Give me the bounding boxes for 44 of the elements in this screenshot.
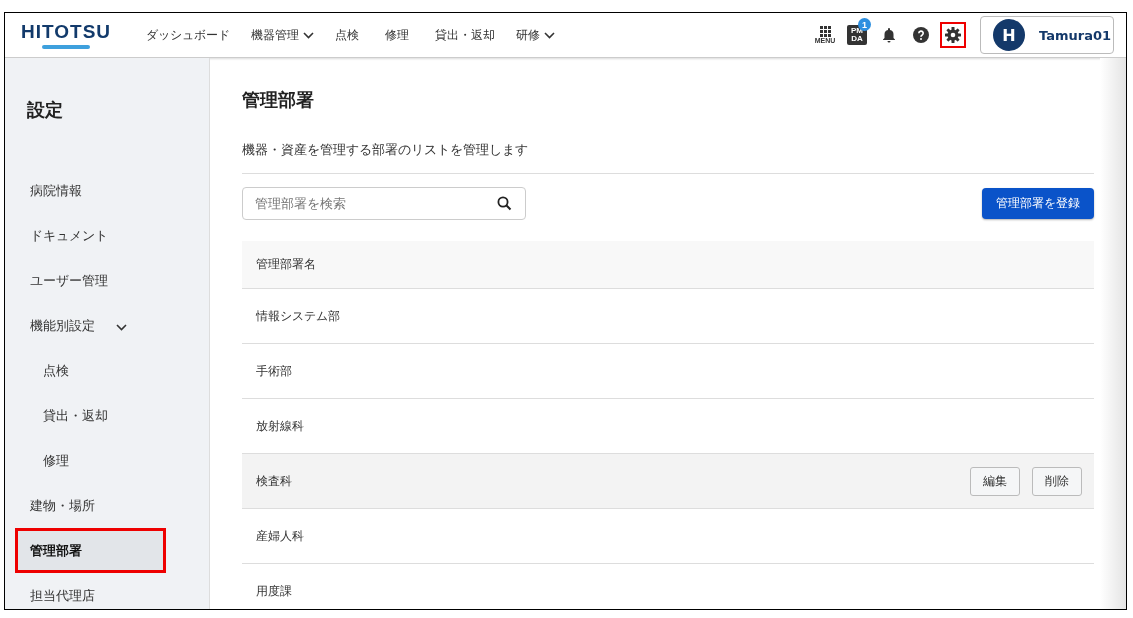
user-button[interactable]: H Tamura01 — [980, 16, 1114, 54]
row-action-button[interactable]: 削除 — [1032, 466, 1082, 496]
pmda-button[interactable]: PM DA 1 — [844, 22, 870, 48]
sidebar-item[interactable]: ドキュメント — [15, 213, 166, 258]
nav-link[interactable]: 修理 — [372, 26, 423, 44]
logo-underline — [42, 45, 90, 49]
help-icon — [913, 27, 929, 43]
nav-link[interactable]: 機器管理 — [243, 26, 323, 44]
table-cell: 産婦人科 — [256, 527, 304, 545]
sidebar-item[interactable]: 点検 — [15, 348, 166, 393]
table-cell: 放射線科 — [256, 417, 304, 435]
sidebar-item[interactable]: 貸出・返却 — [15, 393, 166, 438]
avatar: H — [993, 19, 1025, 51]
logo[interactable]: HITOTSU — [21, 21, 112, 43]
nav-link[interactable]: ダッシュボード — [133, 26, 244, 44]
page-title: 管理部署 — [242, 88, 315, 112]
table-cell: 情報システム部 — [256, 307, 340, 325]
sidebar-item[interactable]: ユーザー管理 — [15, 258, 166, 303]
table-cell: 用度課 — [256, 582, 292, 600]
nav-link[interactable]: 研修 — [508, 26, 564, 44]
sidebar-item[interactable]: 機能別設定 — [15, 303, 104, 348]
search-icon — [497, 196, 512, 211]
column-header: 管理部署名 — [242, 241, 1094, 289]
table-cell: 手術部 — [256, 362, 292, 380]
register-button[interactable]: 管理部署を登録 — [982, 188, 1094, 219]
page-description: 機器・資産を管理する部署のリストを管理します — [242, 142, 1094, 174]
chevron-down-icon — [303, 31, 315, 39]
sidebar-title: 設定 — [27, 98, 64, 122]
sidebar-item[interactable]: 管理部署 — [15, 528, 166, 573]
nav-link[interactable]: 貸出・返却 — [422, 26, 509, 44]
nav-link[interactable]: 点検 — [322, 26, 373, 44]
row-action-button[interactable]: 編集 — [970, 466, 1020, 496]
settings-icon — [945, 27, 961, 43]
sidebar-item[interactable]: 建物・場所 — [15, 483, 166, 528]
sidebar-item[interactable]: 担当代理店 — [15, 573, 166, 609]
chevron-down-icon — [544, 31, 556, 39]
sidebar-item[interactable]: 病院情報 — [15, 168, 166, 213]
chevron-down-icon — [116, 324, 127, 331]
sidebar-item[interactable]: 修理 — [15, 438, 166, 483]
search-field[interactable]: 管理部署を検索 — [242, 187, 526, 220]
table-cell: 検査科 — [256, 472, 292, 490]
settings-button[interactable] — [940, 22, 966, 48]
grid-icon — [819, 26, 831, 37]
bell-icon — [882, 27, 896, 43]
